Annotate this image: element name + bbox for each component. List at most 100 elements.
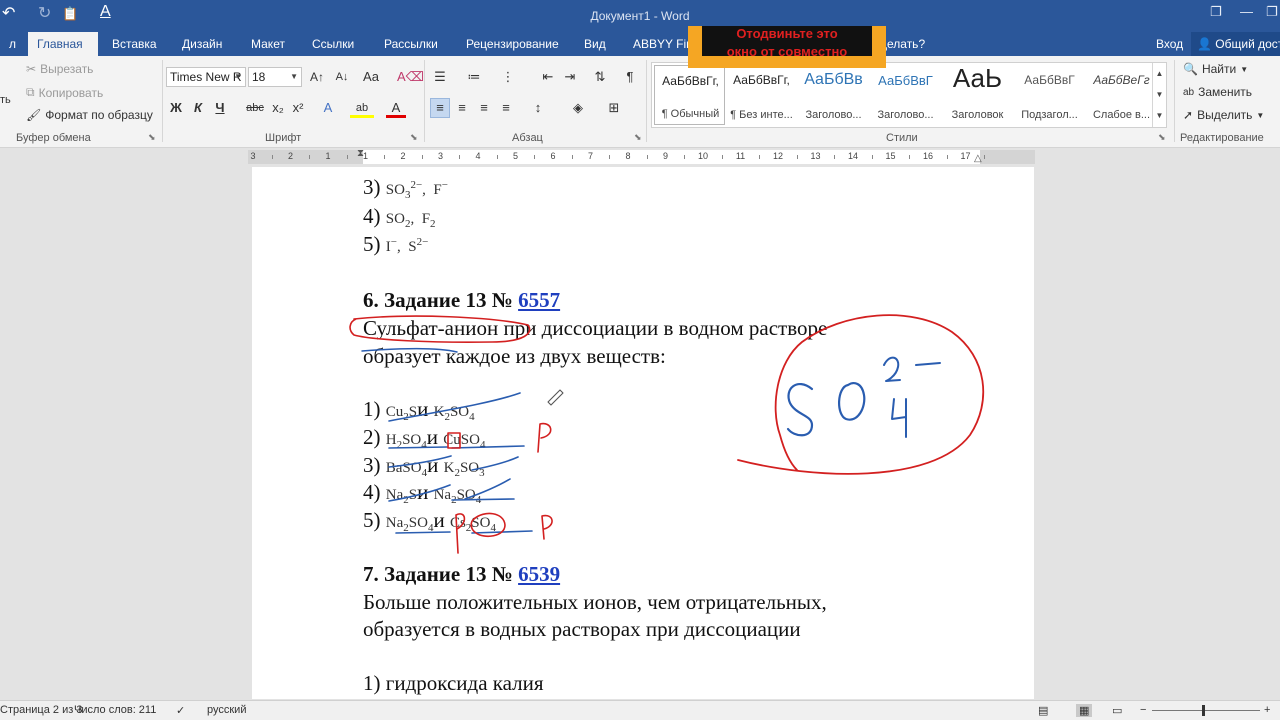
ruler-tick	[459, 155, 461, 159]
gallery-more-icon[interactable]: ▼	[1153, 105, 1166, 126]
ink-minus	[915, 362, 941, 366]
document-page[interactable]: 3) SO32−, F− 4) SO2, F2 5) I−, S2− 6. За…	[252, 167, 1034, 699]
style-no-spacing[interactable]: АаБбВвГг, ¶ Без инте...	[726, 65, 797, 125]
tab-insert[interactable]: Вставка	[103, 32, 166, 56]
align-left-icon[interactable]: ≡	[430, 98, 450, 118]
print-layout-icon[interactable]: ▦	[1076, 704, 1093, 717]
ribbon-options-icon[interactable]: ❐	[1210, 4, 1222, 20]
tab-design[interactable]: Дизайн	[173, 32, 231, 56]
borders-icon[interactable]: ⊞	[604, 98, 624, 118]
text-effects-icon[interactable]: A	[318, 98, 338, 118]
right-indent-marker-icon[interactable]: △	[974, 153, 982, 164]
clipboard-launcher-icon[interactable]: ⬊	[148, 132, 156, 143]
ruler-number: 2	[287, 151, 294, 161]
format-painter-button[interactable]: 🖌 Формат по образцу	[26, 108, 153, 122]
shrink-font-icon[interactable]: A↓	[331, 67, 353, 87]
task6-link[interactable]: 6557	[518, 288, 560, 312]
style-subtle-emphasis[interactable]: АаБбВеГг Слабое в...	[1086, 65, 1157, 125]
share-notice-overlay[interactable]: Отодвиньте это окно от совместно	[688, 26, 886, 68]
task-title: 7. Задание 13 №	[363, 562, 519, 586]
tab-layout[interactable]: Макет	[242, 32, 294, 56]
font-size-combo[interactable]: 18 ▼	[248, 67, 302, 87]
superscript-icon[interactable]: x²	[288, 98, 308, 118]
shading-icon[interactable]: ◈	[568, 98, 588, 118]
ruler-number: 11	[735, 151, 746, 161]
tab-view[interactable]: Вид	[575, 32, 615, 56]
clear-formatting-icon[interactable]: A⌫	[397, 67, 424, 87]
styles-launcher-icon[interactable]: ⬊	[1158, 132, 1166, 143]
copy-button[interactable]: ⧉ Копировать	[26, 85, 103, 100]
underline-icon[interactable]: Ч	[210, 98, 230, 118]
replace-button[interactable]: ab Заменить	[1183, 85, 1252, 99]
conjunction: и	[417, 480, 429, 504]
ruler-tick	[834, 155, 836, 159]
task7-link[interactable]: 6539	[518, 562, 560, 586]
style-normal[interactable]: АаБбВвГг, ¶ Обычный	[654, 65, 725, 125]
style-heading-2[interactable]: АаБбВвГ Заголово...	[870, 65, 941, 125]
sign-in-link[interactable]: Вход	[1156, 32, 1183, 56]
change-case-icon[interactable]: Aa	[358, 67, 384, 87]
language-indicator[interactable]: русский	[207, 704, 246, 716]
align-center-icon[interactable]: ≡	[452, 98, 472, 118]
task6-option-1: 1) Cu2Sи K2SO4	[363, 397, 475, 423]
zoom-in-icon[interactable]: +	[1264, 704, 1270, 716]
increase-indent-icon[interactable]: ⇥	[560, 67, 580, 87]
font-launcher-icon[interactable]: ⬊	[410, 132, 418, 143]
subscript-icon[interactable]: x₂	[268, 98, 288, 118]
highlight-icon[interactable]: ab	[350, 98, 374, 118]
ruler-number: 3	[250, 151, 256, 161]
bold-icon[interactable]: Ж	[166, 98, 186, 118]
style-title[interactable]: АаЬ Заголовок	[942, 65, 1013, 125]
style-heading-1[interactable]: АаБбВв Заголово...	[798, 65, 869, 125]
align-right-icon[interactable]: ≡	[474, 98, 494, 118]
italic-icon[interactable]: К	[188, 98, 208, 118]
grow-font-icon[interactable]: A↑	[306, 67, 328, 87]
share-button[interactable]: 👤 Общий дост	[1191, 32, 1280, 56]
find-button[interactable]: 🔍 Найти ▼	[1183, 62, 1248, 76]
numbering-icon[interactable]: ≔	[464, 67, 484, 87]
decrease-indent-icon[interactable]: ⇤	[538, 67, 558, 87]
line-spacing-icon[interactable]: ↕	[528, 98, 548, 118]
tab-references[interactable]: Ссылки	[303, 32, 363, 56]
multilevel-list-icon[interactable]: ⋮	[498, 67, 518, 87]
tab-mailings[interactable]: Рассылки	[375, 32, 447, 56]
ruler-tick	[421, 155, 423, 159]
chevron-up-icon[interactable]: ▲	[1153, 63, 1166, 84]
cut-button[interactable]: ✂ Вырезать	[26, 62, 93, 76]
indent-marker-icon[interactable]: ⧗	[357, 148, 364, 159]
paragraph-launcher-icon[interactable]: ⬊	[634, 132, 642, 143]
horizontal-ruler[interactable]: 3 2 1 1 2 3 4 5 6 7 8 9 10 11 12 13 14 15 16 17 ⧗ △	[248, 148, 1035, 164]
ruler-number: 12	[772, 151, 784, 161]
ruler-number: 17	[960, 151, 971, 161]
word-count[interactable]: Число слов: 211	[74, 704, 156, 716]
font-name-combo[interactable]: Times New R ▼	[166, 67, 246, 87]
strikethrough-icon[interactable]: abc	[242, 98, 268, 118]
zoom-slider-thumb[interactable]	[1202, 705, 1205, 716]
task7-heading: 7. Задание 13 № 6539	[363, 562, 560, 587]
justify-icon[interactable]: ≡	[496, 98, 516, 118]
bullets-icon[interactable]: ☰	[430, 67, 450, 87]
page-count[interactable]: Страница 2 из 3	[0, 704, 82, 716]
restore-button[interactable]: ❐	[1266, 4, 1278, 20]
ruler-tick	[571, 155, 573, 159]
tab-file[interactable]: л	[0, 32, 25, 56]
sort-icon[interactable]: ⇅	[590, 67, 610, 87]
web-layout-icon[interactable]: ▭	[1112, 704, 1122, 717]
font-color-icon[interactable]: A	[386, 98, 406, 118]
minimize-button[interactable]: —	[1240, 4, 1253, 19]
ruler-number: 5	[512, 151, 519, 161]
pilcrow-icon[interactable]: ¶	[620, 67, 640, 87]
task7-text-line2: образуется в водных растворах при диссоц…	[363, 617, 801, 641]
style-subtitle[interactable]: АаБбВвГ Подзагол...	[1014, 65, 1085, 125]
read-mode-icon[interactable]: ▤	[1038, 704, 1048, 717]
option-number: 2)	[363, 425, 381, 449]
zoom-slider-track[interactable]	[1152, 710, 1260, 711]
paste-button[interactable]: ть	[0, 94, 11, 106]
chevron-down-icon[interactable]: ▼	[1153, 84, 1166, 105]
proofing-icon[interactable]: ✓	[176, 704, 185, 717]
gallery-scrollbar[interactable]: ▲ ▼ ▼	[1152, 63, 1166, 127]
select-button[interactable]: ➚ Выделить ▼	[1183, 108, 1264, 122]
zoom-out-icon[interactable]: −	[1140, 704, 1146, 716]
tab-review[interactable]: Рецензирование	[457, 32, 568, 56]
tab-home[interactable]: Главная	[28, 32, 98, 56]
